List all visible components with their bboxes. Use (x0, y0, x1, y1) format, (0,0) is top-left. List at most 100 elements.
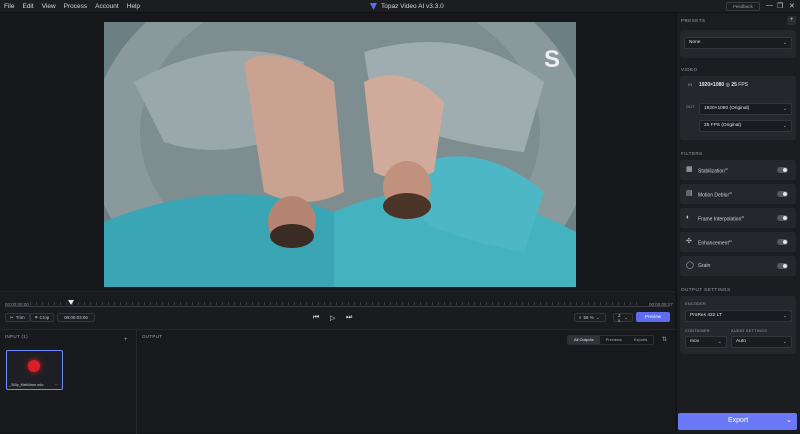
output-tabs: All Outputs Previews Exports (567, 335, 655, 345)
minimize-icon[interactable]: — (766, 2, 773, 9)
filter-label: EnhancementAI (698, 239, 732, 247)
timeline-ticks (30, 302, 640, 305)
maximize-icon[interactable]: ❐ (777, 2, 783, 10)
chevron-down-icon: ⌄ (624, 314, 628, 320)
stabilization-toggle[interactable] (777, 167, 788, 173)
chevron-down-icon: ⌄ (782, 40, 787, 46)
trim-button[interactable]: ✂ Trim (5, 313, 30, 322)
grain-toggle[interactable] (777, 263, 788, 269)
chevron-down-icon: ⌄ (717, 339, 722, 345)
tab-exports[interactable]: Exports (628, 336, 654, 344)
enhancement-icon: ✣ (686, 238, 692, 245)
menu-bar: File Edit View Process Account Help Topa… (0, 0, 800, 13)
encoder-label: ENCODER (685, 302, 707, 306)
chevron-down-icon: ⌄ (782, 313, 787, 319)
filter-name: Frame Interpolation (698, 216, 742, 223)
crop-label: Crop (39, 315, 50, 320)
filter-name: Motion Deblur (698, 192, 730, 199)
app-title: Topaz Video AI v3.3.0 (370, 3, 444, 10)
filter-label: StabilizationAI (698, 167, 728, 175)
video-frame-image: S (104, 22, 576, 287)
output-settings-card: ENCODER ProRes 422 LT ⌄ CONTAINER mov ⌄ AU… (680, 296, 796, 354)
menu-file[interactable]: File (4, 3, 14, 10)
sort-icon[interactable]: ⇅ (662, 336, 667, 343)
trim-label: Trim (15, 315, 25, 320)
output-resolution-value: 1920×1080 (Original) (704, 106, 750, 111)
link-icon: ◎ (725, 82, 730, 88)
frame-forward-icon[interactable]: ⏭ (346, 314, 352, 322)
menu: File Edit View Process Account Help (4, 3, 140, 10)
filter-label: Grain (698, 263, 711, 269)
menu-edit[interactable]: Edit (22, 3, 33, 10)
chevron-down-icon: ⌄ (595, 314, 600, 320)
crop-button[interactable]: ⌗ Crop (30, 313, 55, 322)
encoder-dropdown[interactable]: ProRes 422 LT ⌄ (685, 310, 792, 322)
presets-title: PRESETS (681, 18, 706, 23)
filter-name: Enhancement (698, 240, 729, 247)
chevron-down-icon: ⌄ (782, 339, 787, 345)
frame-interpolation-toggle[interactable] (777, 215, 788, 221)
stabilization-icon: ▦ (686, 166, 693, 173)
output-fps-dropdown[interactable]: 25 FPS (Original) ⌄ (699, 120, 792, 132)
container-label: CONTAINER (685, 329, 710, 333)
add-preset-button[interactable]: + (787, 16, 796, 25)
zoom-select[interactable]: ⌕ 55 % ⌄ (574, 313, 606, 322)
filter-grain[interactable]: ◯ Grain (680, 256, 796, 276)
video-in-fps: 25 (731, 82, 737, 88)
current-time-field[interactable]: 00:00:03:06 (57, 313, 95, 322)
bottom-panels: INPUT (1) + _360p_MeltWave.mkv ⋯ OUTPUT … (0, 329, 675, 434)
video-title: VIDEO (681, 67, 698, 72)
more-options-icon[interactable]: ⋯ (55, 383, 59, 387)
ai-badge: AI (741, 215, 745, 219)
playhead-icon[interactable] (68, 300, 74, 305)
input-file-thumbnail[interactable]: _360p_MeltWave.mkv ⋯ (6, 350, 63, 390)
menu-view[interactable]: View (42, 3, 56, 10)
timeline: 00:00:00:00 00:00:09:17 (0, 291, 675, 329)
zoom-value: 55 % (583, 315, 594, 320)
filter-stabilization[interactable]: ▦ StabilizationAI (680, 160, 796, 180)
preview-button[interactable]: Preview (636, 312, 670, 322)
feedback-button[interactable]: Feedback (726, 2, 760, 11)
video-card: IN 1920×1080 ◎ 25 FPS OUT 1920×1080 (Ori… (680, 76, 796, 140)
speed-select[interactable]: 2 x ⌄ (613, 312, 633, 323)
output-panel-title: OUTPUT (142, 334, 163, 339)
video-in-info: 1920×1080 ◎ 25 FPS (699, 82, 748, 88)
filter-frame-interpolation[interactable]: ◐ Frame InterpolationAI (680, 208, 796, 228)
export-button[interactable]: Export ⌄ (678, 413, 797, 430)
timeline-track[interactable] (5, 306, 669, 307)
output-resolution-dropdown[interactable]: 1920×1080 (Original) ⌄ (699, 103, 792, 115)
preset-dropdown[interactable]: None ⌄ (684, 37, 792, 49)
preview-area: S (0, 13, 675, 291)
audio-settings-label: AUDIO SETTINGS (731, 329, 768, 333)
filter-label: Motion DeblurAI (698, 191, 732, 199)
container-dropdown[interactable]: mov ⌄ (685, 336, 727, 348)
add-input-button[interactable]: + (124, 337, 128, 343)
enhancement-toggle[interactable] (777, 239, 788, 245)
menu-process[interactable]: Process (64, 3, 87, 10)
container-value: mov (690, 339, 700, 344)
filter-motion-deblur[interactable]: ▤ Motion DeblurAI (680, 184, 796, 204)
audio-dropdown[interactable]: Auto ⌄ (731, 336, 792, 348)
close-icon[interactable]: ✕ (789, 2, 795, 10)
output-settings-title: OUTPUT SETTINGS (681, 287, 731, 292)
output-fps-value: 25 FPS (Original) (704, 123, 742, 128)
menu-account[interactable]: Account (95, 3, 119, 10)
play-icon[interactable]: ▷ (330, 314, 335, 322)
filter-enhancement[interactable]: ✣ EnhancementAI (680, 232, 796, 252)
svg-text:S: S (544, 46, 560, 73)
menu-help[interactable]: Help (127, 3, 140, 10)
ai-badge: AI (724, 167, 728, 171)
presets-card: None ⌄ (680, 30, 796, 58)
tab-all-outputs[interactable]: All Outputs (568, 336, 600, 344)
video-preview[interactable]: S (104, 22, 576, 287)
speed-value: 2 x (618, 312, 621, 323)
motion-deblur-toggle[interactable] (777, 191, 788, 197)
export-label: Export (728, 417, 749, 424)
app-title-text: Topaz Video AI v3.3.0 (381, 3, 444, 10)
tab-previews[interactable]: Previews (600, 336, 628, 344)
encoder-value: ProRes 422 LT (690, 313, 722, 318)
chevron-down-icon[interactable]: ⌄ (786, 416, 792, 424)
frame-back-icon[interactable]: ⏮ (313, 314, 319, 322)
preset-value: None (689, 40, 701, 45)
video-out-tag: OUT (686, 105, 695, 109)
